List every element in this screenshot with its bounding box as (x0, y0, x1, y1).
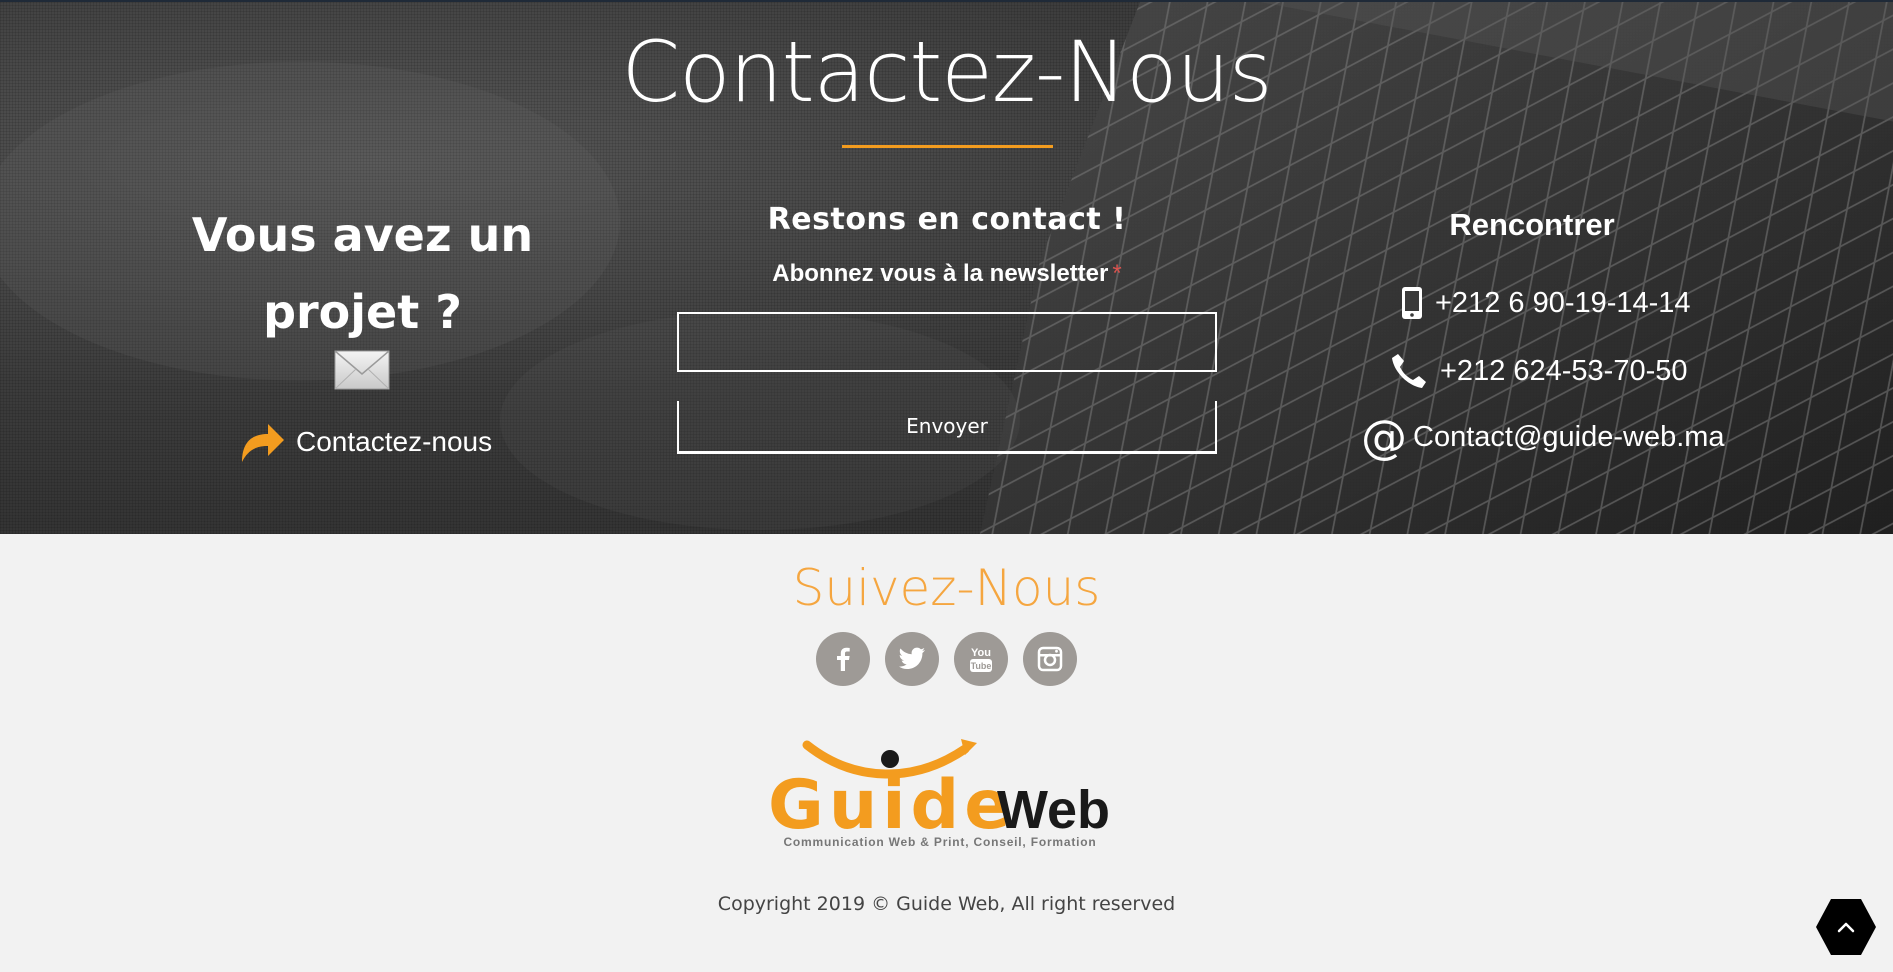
logo-text-guide: Guide (768, 766, 1015, 845)
mobile-number[interactable]: +212 6 90-19-14-14 (1435, 287, 1691, 320)
youtube-button[interactable]: You Tube (954, 632, 1008, 686)
phone-handset-icon (1390, 352, 1428, 390)
email-row: @ Contact@guide-web.ma (1361, 410, 1725, 464)
newsletter-heading: Restons en contact ! (767, 202, 1127, 237)
social-links: You Tube (816, 632, 1077, 686)
contact-us-link[interactable]: Contactez-nous (238, 420, 492, 464)
facebook-button[interactable] (816, 632, 870, 686)
mobile-phone-icon (1401, 286, 1423, 320)
at-sign-icon: @ (1361, 410, 1407, 464)
instagram-button[interactable] (1023, 632, 1077, 686)
project-heading: Vous avez un projet ? (191, 208, 534, 339)
envelope-icon (334, 350, 390, 390)
forward-arrow-icon (242, 424, 284, 462)
facebook-icon (837, 647, 850, 671)
copyright-text: Copyright 2019 © Guide Web, All right re… (717, 893, 1176, 915)
contact-section: Contactez-Nous Vous avez un projet ? Con… (0, 0, 1893, 534)
section-title: Contactez-Nous (621, 23, 1272, 121)
twitter-icon (898, 647, 925, 669)
newsletter-label: Abonnez vous à la newsletter * (677, 260, 1217, 288)
back-to-top-button[interactable] (1815, 898, 1877, 956)
guide-web-logo: Guide Web Communication Web & Print, Con… (768, 739, 1110, 849)
newsletter-label-text: Abonnez vous à la newsletter (772, 260, 1109, 287)
svg-text:You: You (971, 647, 991, 659)
phone-number[interactable]: +212 624-53-70-50 (1440, 355, 1688, 388)
logo-text-web: Web (997, 780, 1110, 840)
mobile-row: +212 6 90-19-14-14 (1401, 286, 1691, 320)
follow-heading: Suivez-Nous (792, 559, 1101, 617)
phone-row: +212 624-53-70-50 (1390, 352, 1688, 390)
send-button[interactable]: Envoyer (677, 401, 1217, 454)
newsletter-email-input[interactable] (677, 312, 1217, 372)
email-address[interactable]: Contact@guide-web.ma (1413, 421, 1725, 454)
twitter-button[interactable] (885, 632, 939, 686)
required-mark: * (1112, 260, 1122, 287)
svg-text:Tube: Tube (971, 661, 992, 671)
instagram-icon (1037, 646, 1063, 672)
title-underline (842, 145, 1053, 148)
contact-us-link-label: Contactez-nous (296, 426, 493, 457)
logo-tagline: Communication Web & Print, Conseil, Form… (783, 835, 1096, 849)
youtube-icon: You Tube (970, 647, 992, 672)
meet-heading: Rencontrer (1449, 207, 1615, 242)
